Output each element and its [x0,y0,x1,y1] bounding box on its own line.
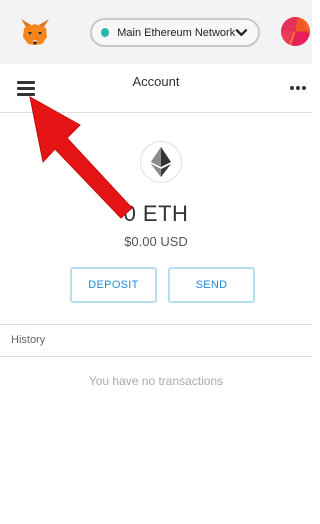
history-divider [0,356,312,357]
network-name: Main Ethereum Network [117,26,236,39]
header-divider [0,112,312,113]
fox-logo-icon[interactable] [20,18,50,46]
no-transactions-message: You have no transactions [88,374,224,388]
top-bar: Main Ethereum Network [0,0,312,64]
page-title: Account [132,74,180,89]
ethereum-icon [140,141,182,183]
chevron-down-icon [235,28,248,36]
network-selector[interactable]: Main Ethereum Network [90,18,260,47]
account-avatar[interactable] [281,17,310,46]
actions-divider [0,324,312,325]
more-dots-icon[interactable] [290,86,306,91]
send-button[interactable]: SEND [168,267,255,303]
account-header: Account [0,64,312,112]
eth-balance: 0 ETH [123,201,189,226]
avatar-pattern [281,17,310,46]
network-status-dot [101,28,110,37]
history-label: History [11,334,46,346]
fiat-balance: $0.00 USD [124,234,188,249]
deposit-button[interactable]: DEPOSIT [70,267,157,303]
